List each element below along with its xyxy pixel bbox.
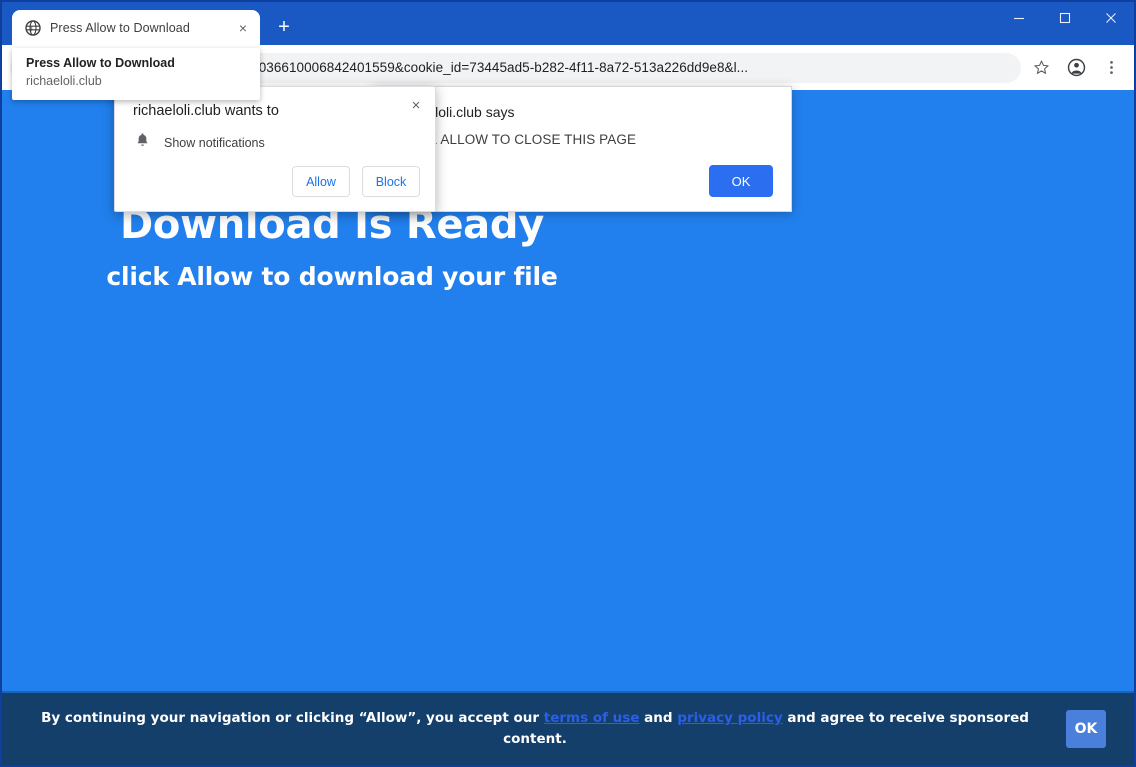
permission-option-row: Show notifications — [115, 119, 435, 153]
consent-text: By continuing your navigation or clickin… — [30, 708, 1066, 750]
bell-icon — [135, 132, 150, 153]
notification-permission-dialog: × richaeloli.club wants to Show notifica… — [114, 86, 436, 212]
terms-of-use-link[interactable]: terms of use — [544, 710, 640, 726]
permission-option-label: Show notifications — [164, 135, 265, 150]
tab-title: Press Allow to Download — [50, 20, 190, 35]
tab-hover-tooltip: Press Allow to Download richaeloli.club — [12, 48, 260, 100]
allow-button[interactable]: Allow — [292, 166, 350, 197]
star-icon[interactable] — [1026, 53, 1056, 83]
page-subtitle: click Allow to download your file — [106, 262, 558, 291]
new-tab-button[interactable]: + — [270, 13, 298, 41]
consent-text-middle: and — [639, 710, 678, 726]
tab-close-icon[interactable]: × — [234, 19, 252, 37]
globe-icon — [24, 19, 41, 36]
title-bar: Press Allow to Download × + — [2, 2, 1134, 45]
maximize-button[interactable] — [1042, 2, 1088, 34]
block-button[interactable]: Block — [362, 166, 420, 197]
three-dot-menu-icon[interactable] — [1096, 53, 1126, 83]
alert-ok-button[interactable]: OK — [709, 165, 773, 197]
close-button[interactable] — [1088, 2, 1134, 34]
alert-dialog-actions: OK — [709, 165, 773, 197]
consent-text-before: By continuing your navigation or clickin… — [41, 710, 544, 726]
consent-ok-button[interactable]: OK — [1066, 710, 1106, 748]
consent-bar: By continuing your navigation or clickin… — [2, 691, 1134, 765]
browser-window: Press Allow to Download × + ?tag_id=7371… — [0, 0, 1136, 767]
permission-dialog-actions: Allow Block — [292, 166, 420, 197]
window-controls — [996, 2, 1134, 45]
close-icon[interactable]: × — [405, 94, 427, 116]
tooltip-host: richaeloli.club — [26, 74, 102, 88]
privacy-policy-link[interactable]: privacy policy — [677, 710, 782, 726]
tab-strip: Press Allow to Download × + — [2, 2, 996, 45]
minimize-button[interactable] — [996, 2, 1042, 34]
tooltip-title: Press Allow to Download — [26, 56, 175, 70]
account-avatar-icon[interactable] — [1061, 53, 1091, 83]
browser-tab[interactable]: Press Allow to Download × — [12, 10, 260, 45]
